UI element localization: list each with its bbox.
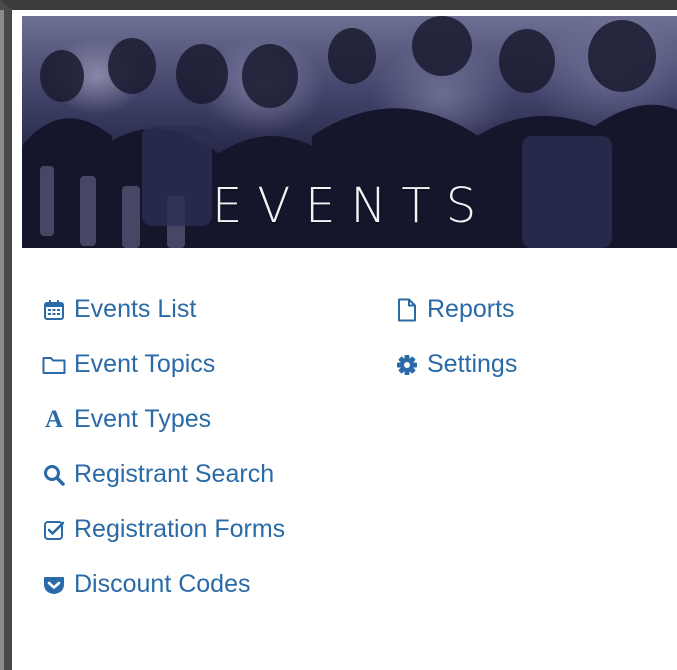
menu-column-right: Reports Settings bbox=[393, 282, 517, 392]
menu-item-reports[interactable]: Reports bbox=[393, 282, 517, 337]
window-frame: EVENTS Events List Event Topics A Event … bbox=[0, 0, 677, 670]
menu-item-registration-forms[interactable]: Registration Forms bbox=[40, 502, 285, 557]
file-icon bbox=[393, 296, 421, 324]
menu-label-registration-forms: Registration Forms bbox=[74, 515, 286, 543]
menu-label-event-types: Event Types bbox=[74, 405, 212, 433]
banner-title: EVENTS bbox=[212, 178, 492, 234]
gear-icon bbox=[393, 351, 421, 379]
events-banner: EVENTS bbox=[22, 16, 677, 248]
menu-item-event-topics[interactable]: Event Topics bbox=[40, 337, 285, 392]
font-icon: A bbox=[44, 405, 64, 433]
menu-label-discount-codes: Discount Codes bbox=[74, 570, 251, 598]
menu-column-left: Events List Event Topics A Event Types R… bbox=[40, 282, 285, 612]
menu-item-events-list[interactable]: Events List bbox=[40, 282, 285, 337]
folder-icon bbox=[40, 351, 68, 379]
check-square-icon bbox=[40, 516, 68, 544]
menu-label-registrant-search: Registrant Search bbox=[74, 460, 275, 488]
calendar-icon bbox=[40, 296, 68, 324]
menu-label-event-topics: Event Topics bbox=[74, 350, 216, 378]
menu-label-settings: Settings bbox=[427, 350, 518, 378]
search-icon bbox=[40, 461, 68, 489]
menu-item-settings[interactable]: Settings bbox=[393, 337, 517, 392]
menu-item-discount-codes[interactable]: Discount Codes bbox=[40, 557, 285, 612]
menu-label-reports: Reports bbox=[427, 295, 515, 323]
pocket-icon bbox=[40, 571, 68, 599]
menu-item-event-types[interactable]: A Event Types bbox=[40, 392, 285, 447]
menu-item-registrant-search[interactable]: Registrant Search bbox=[40, 447, 285, 502]
menu-label-events-list: Events List bbox=[74, 295, 197, 323]
